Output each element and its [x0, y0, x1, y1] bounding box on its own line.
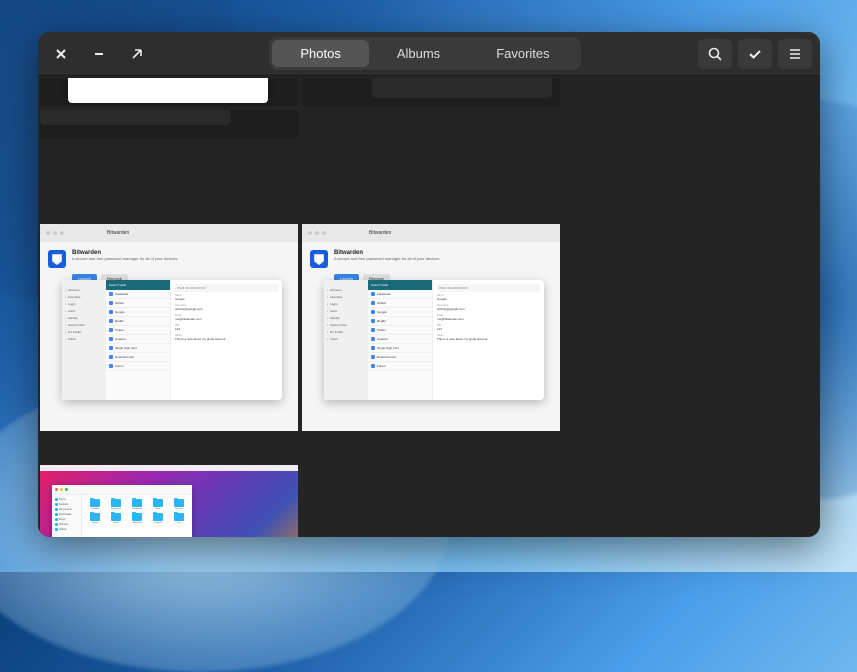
- search-button[interactable]: [698, 39, 732, 69]
- bitwarden-logo-icon: [48, 250, 66, 268]
- photos-app-window: Photos Albums Favorites: [38, 32, 820, 537]
- view-tabs: Photos Albums Favorites: [269, 37, 580, 70]
- photo-thumbnail[interactable]: HomeDesktopDocumentsDownloadsMusicPictur…: [40, 465, 298, 537]
- close-button[interactable]: [46, 39, 76, 69]
- maximize-button[interactable]: [122, 39, 152, 69]
- check-icon: [747, 46, 763, 62]
- tab-favorites[interactable]: Favorites: [468, 40, 577, 67]
- maximize-icon: [129, 46, 145, 62]
- bitwarden-screenshot: Bitwarden Bitwarden A secure and free pa…: [40, 224, 298, 431]
- photo-thumbnail[interactable]: Bitwarden Bitwarden A secure and free pa…: [302, 224, 560, 431]
- titlebar: Photos Albums Favorites: [38, 32, 820, 76]
- close-icon: [53, 46, 69, 62]
- desktop-screenshot: HomeDesktopDocumentsDownloadsMusicPictur…: [40, 465, 298, 537]
- hamburger-icon: [787, 46, 803, 62]
- photo-thumbnail[interactable]: [40, 110, 298, 138]
- minimize-icon: [91, 46, 107, 62]
- photo-thumbnail[interactable]: [40, 78, 298, 106]
- photo-grid-scroll[interactable]: Bitwarden Bitwarden A secure and free pa…: [38, 76, 820, 537]
- tab-photos[interactable]: Photos: [272, 40, 368, 67]
- select-button[interactable]: [738, 39, 772, 69]
- search-icon: [707, 46, 723, 62]
- photo-thumbnail[interactable]: [302, 78, 560, 106]
- tab-albums[interactable]: Albums: [369, 40, 468, 67]
- minimize-button[interactable]: [84, 39, 114, 69]
- photo-thumbnail[interactable]: Bitwarden Bitwarden A secure and free pa…: [40, 224, 298, 431]
- menu-button[interactable]: [778, 39, 812, 69]
- bitwarden-logo-icon: [310, 250, 328, 268]
- bitwarden-screenshot: Bitwarden Bitwarden A secure and free pa…: [302, 224, 560, 431]
